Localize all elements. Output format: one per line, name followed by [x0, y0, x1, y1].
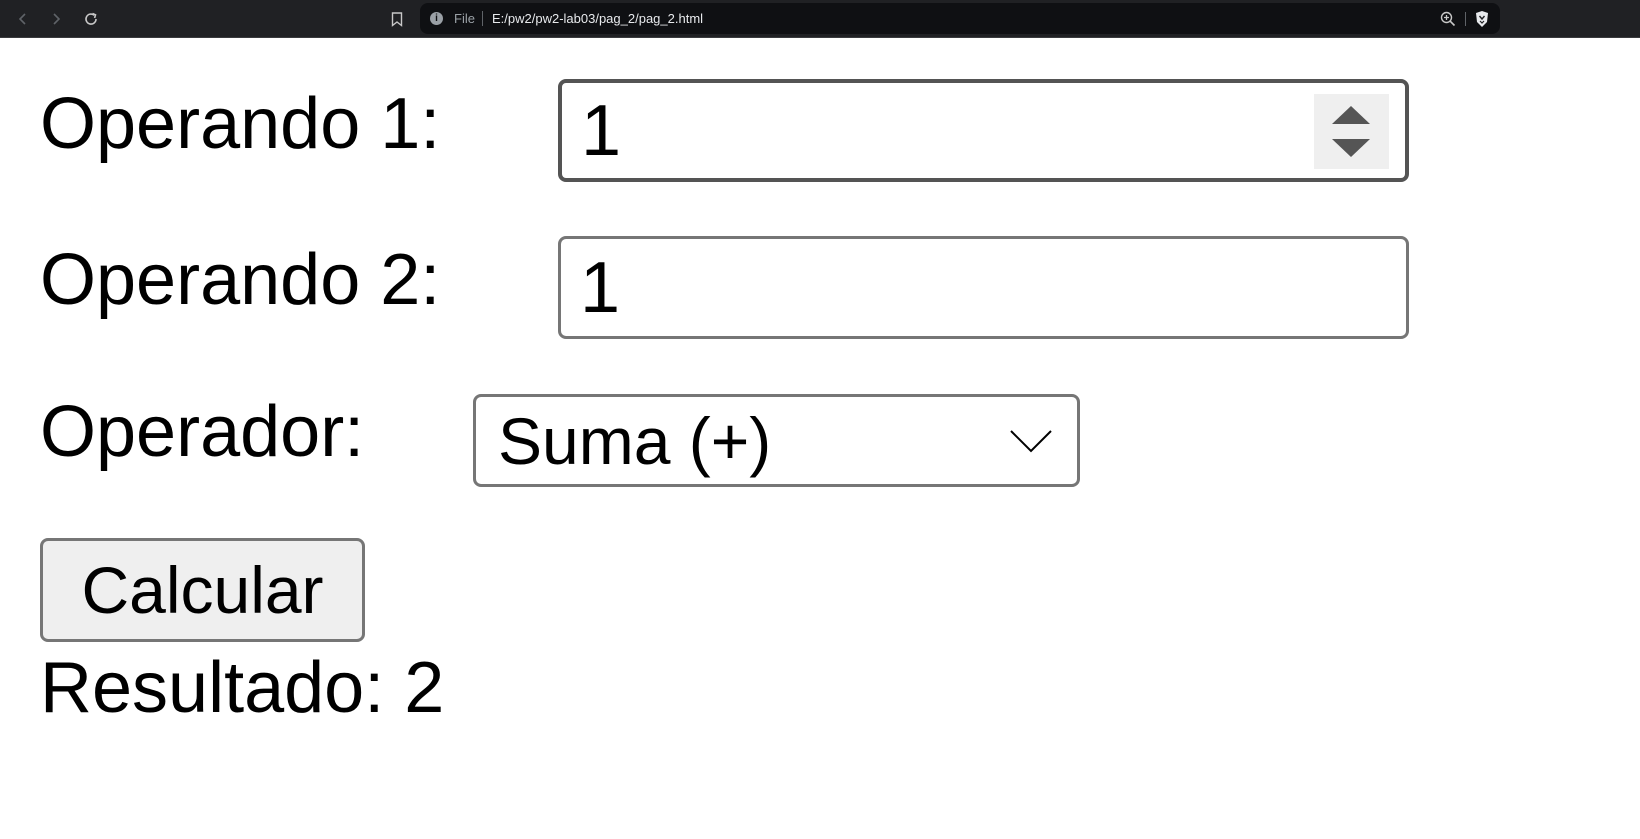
operand2-label: Operando 2:	[40, 240, 441, 320]
calculate-button[interactable]: Calcular	[40, 538, 365, 642]
address-scheme: File	[454, 11, 475, 26]
increment-arrow-icon[interactable]	[1332, 106, 1370, 124]
browser-toolbar: i File E:/pw2/pw2-lab03/pag_2/pag_2.html	[0, 0, 1640, 38]
back-arrow-icon[interactable]	[12, 8, 34, 30]
operand1-value[interactable]: 1	[581, 95, 621, 167]
address-divider-right	[1465, 12, 1466, 26]
address-divider	[482, 11, 483, 26]
address-url[interactable]: E:/pw2/pw2-lab03/pag_2/pag_2.html	[492, 11, 703, 26]
number-spinner[interactable]	[1314, 94, 1389, 169]
info-icon[interactable]: i	[430, 12, 443, 25]
operator-selected-value[interactable]: Suma (+)	[498, 408, 771, 474]
reload-icon[interactable]	[80, 8, 102, 30]
address-bar[interactable]: i File E:/pw2/pw2-lab03/pag_2/pag_2.html	[420, 3, 1500, 34]
result-text: Resultado: 2	[40, 648, 445, 728]
forward-arrow-icon[interactable]	[45, 8, 67, 30]
operand2-input[interactable]: 1	[558, 236, 1409, 339]
zoom-icon[interactable]	[1438, 9, 1458, 29]
operand1-input[interactable]: 1	[558, 79, 1409, 182]
operand1-label: Operando 1:	[40, 84, 441, 164]
bookmark-icon[interactable]	[386, 8, 408, 30]
decrement-arrow-icon[interactable]	[1332, 139, 1370, 157]
operand2-value[interactable]: 1	[580, 252, 620, 324]
chevron-down-icon[interactable]	[1009, 429, 1053, 453]
operator-select[interactable]: Suma (+)	[473, 394, 1080, 487]
brave-shield-icon[interactable]	[1472, 9, 1492, 29]
operator-label: Operador:	[40, 392, 365, 472]
